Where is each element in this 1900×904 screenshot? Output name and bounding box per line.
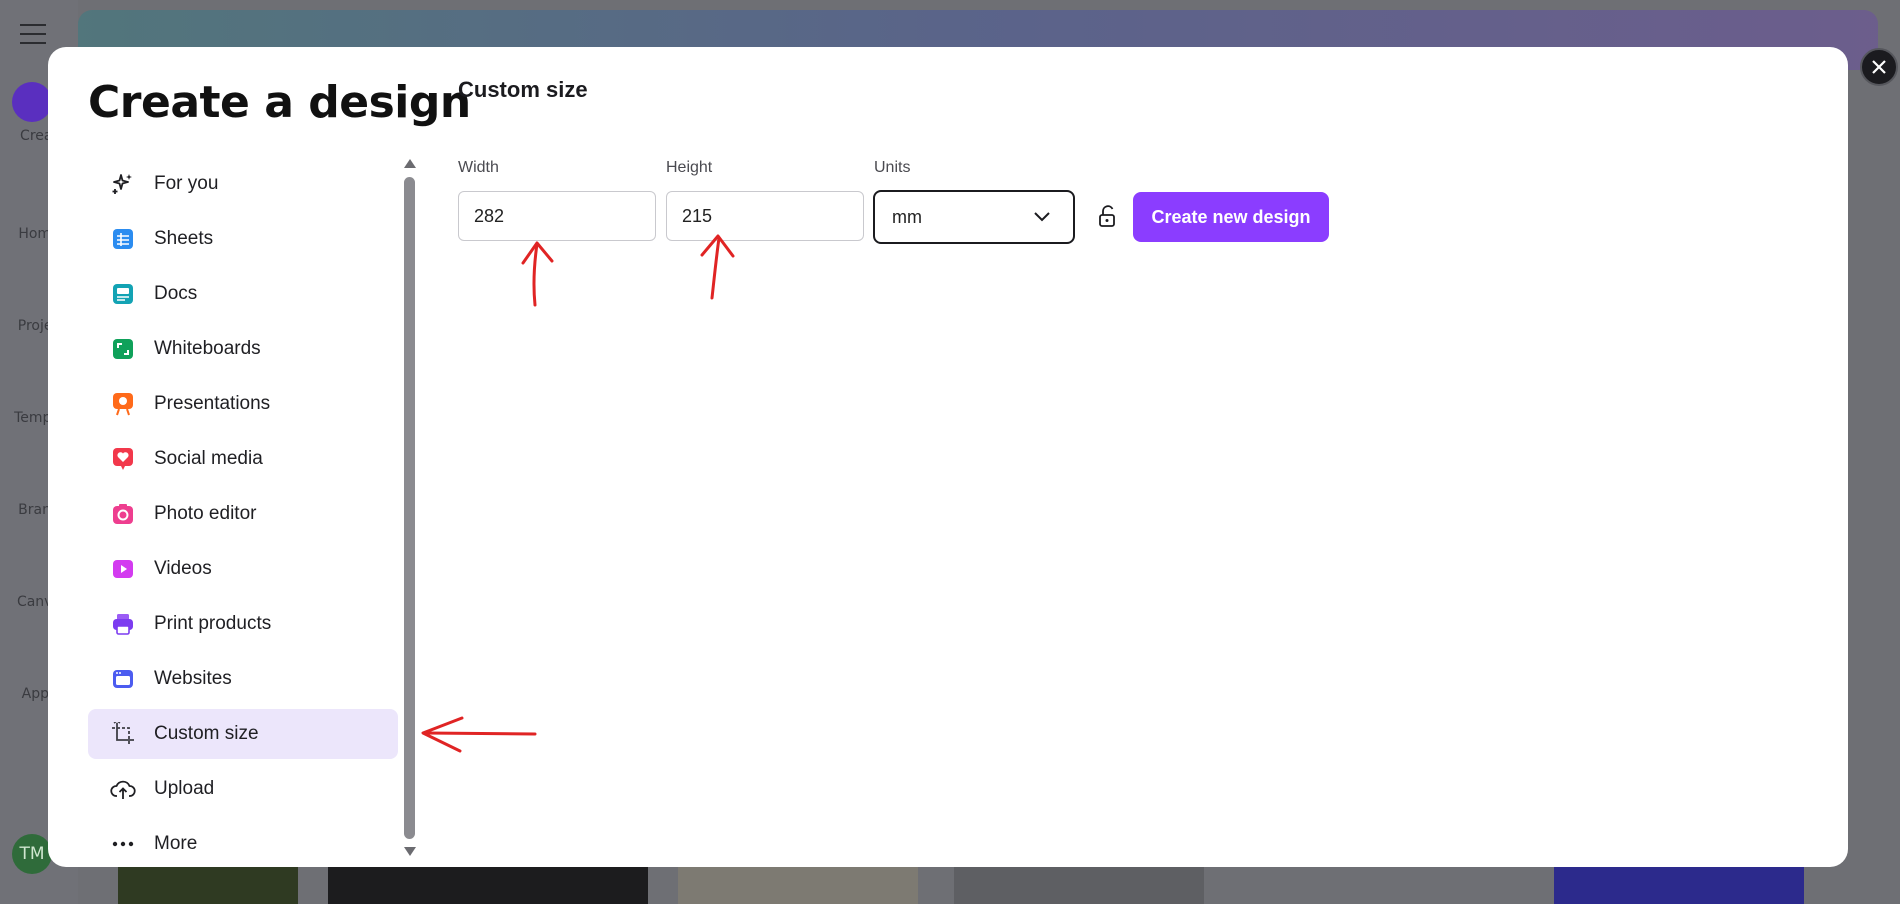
nav-item-sheets[interactable]: Sheets <box>88 214 398 264</box>
video-icon <box>110 556 136 582</box>
nav-item-presentations[interactable]: Presentations <box>88 379 398 429</box>
nav-item-whiteboards[interactable]: Whiteboards <box>88 324 398 374</box>
nav-item-for-you[interactable]: For you <box>88 159 398 209</box>
scroll-thumb[interactable] <box>404 177 415 839</box>
nav-item-videos[interactable]: Videos <box>88 544 398 594</box>
height-input[interactable]: 215 <box>666 191 864 241</box>
section-title: Custom size <box>458 77 588 102</box>
units-select[interactable]: mm <box>873 190 1075 244</box>
nav-item-upload[interactable]: Upload <box>88 764 398 814</box>
nav-label: Presentations <box>154 393 271 414</box>
units-label: Units <box>874 159 911 176</box>
nav-item-docs[interactable]: Docs <box>88 269 398 319</box>
height-label: Height <box>666 159 713 176</box>
nav-label: Photo editor <box>154 503 257 524</box>
category-nav: For you Sheets Docs Whiteboards Presenta… <box>88 159 448 859</box>
presentation-icon <box>110 391 136 417</box>
website-icon <box>110 666 136 692</box>
avatar: TM <box>12 834 52 874</box>
nav-label: Social media <box>154 448 263 469</box>
whiteboard-icon <box>110 336 136 362</box>
nav-label: More <box>154 833 198 854</box>
close-dialog-button[interactable] <box>1860 48 1898 86</box>
sheets-icon <box>110 226 136 252</box>
close-icon <box>1872 60 1886 74</box>
aspect-lock-button[interactable] <box>1097 205 1119 229</box>
unlock-icon <box>1099 205 1115 227</box>
create-plus-icon <box>12 82 52 122</box>
printer-icon <box>110 611 136 637</box>
nav-label: For you <box>154 173 219 194</box>
cloud-upload-icon <box>110 776 136 802</box>
width-input[interactable]: 282 <box>458 191 656 241</box>
nav-item-social-media[interactable]: Social media <box>88 434 398 484</box>
docs-icon <box>110 281 136 307</box>
camera-icon <box>110 501 136 527</box>
sparkles-icon <box>110 171 136 197</box>
nav-item-print-products[interactable]: Print products <box>88 599 398 649</box>
nav-item-more[interactable]: More <box>88 819 398 867</box>
nav-label: Websites <box>154 668 232 689</box>
create-design-dialog: Create a design For you Sheets Docs Whit <box>48 47 1848 867</box>
nav-scrollbar[interactable] <box>402 159 418 859</box>
dialog-title: Create a design <box>88 77 471 128</box>
nav-label: Docs <box>154 283 198 304</box>
menu-icon <box>20 24 46 51</box>
heart-icon <box>110 446 136 472</box>
width-label: Width <box>458 159 499 176</box>
nav-label: Whiteboards <box>154 338 261 359</box>
background-thumbnails <box>78 866 1878 904</box>
nav-label: Upload <box>154 778 215 799</box>
nav-label: Print products <box>154 613 272 634</box>
chevron-down-icon <box>1034 212 1050 222</box>
nav-label: Custom size <box>154 723 259 744</box>
scroll-down-arrow[interactable] <box>404 847 416 856</box>
nav-item-custom-size[interactable]: Custom size <box>88 709 398 759</box>
create-new-design-button[interactable]: Create new design <box>1133 192 1329 242</box>
nav-item-photo-editor[interactable]: Photo editor <box>88 489 398 539</box>
nav-item-websites[interactable]: Websites <box>88 654 398 704</box>
crop-icon <box>110 721 136 747</box>
nav-label: Videos <box>154 558 212 579</box>
more-dots-icon <box>110 831 136 857</box>
nav-label: Sheets <box>154 228 214 249</box>
units-value: mm <box>892 207 922 227</box>
scroll-up-arrow[interactable] <box>404 159 416 168</box>
